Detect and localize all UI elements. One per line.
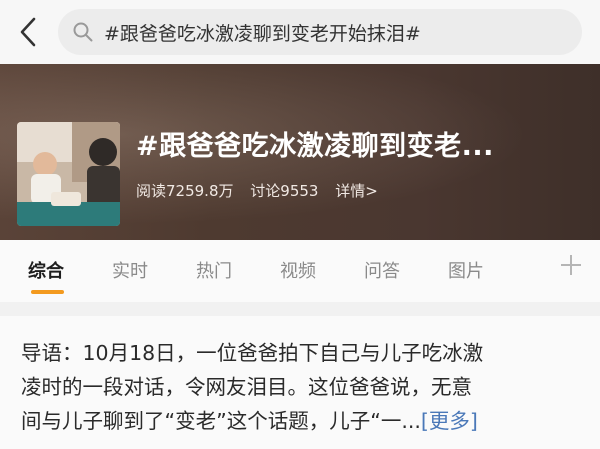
tab-realtime[interactable]: 实时 [112, 257, 148, 283]
intro-line-3-text: 间与儿子聊到了“变老”这个话题，儿子“一... [21, 409, 421, 433]
topic-thumbnail[interactable] [17, 122, 120, 226]
chevron-left-icon [20, 17, 36, 47]
tab-video[interactable]: 视频 [280, 257, 316, 283]
intro-line-2: 凌时的一段对话，令网友泪目。这位爸爸说，无意 [21, 375, 472, 399]
back-button[interactable] [12, 14, 44, 50]
read-count: 阅读7259.8万 [136, 182, 234, 200]
tab-bar: 综合 实时 热门 视频 问答 图片 [0, 240, 600, 302]
top-bar: #跟爸爸吃冰激凌聊到变老开始抹泪# [0, 0, 600, 64]
topic-title: #跟爸爸吃冰激凌聊到变老... [136, 131, 494, 162]
tab-hot[interactable]: 热门 [196, 257, 232, 283]
intro-line-1: 导语：10月18日，一位爸爸拍下自己与儿子吃冰激 [21, 341, 484, 365]
topic-intro: 导语：10月18日，一位爸爸拍下自己与儿子吃冰激 凌时的一段对话，令网友泪目。这… [0, 316, 600, 449]
thumbnail-image [17, 122, 120, 226]
tab-images[interactable]: 图片 [448, 257, 484, 283]
tab-qa[interactable]: 问答 [364, 257, 400, 283]
intro-text: 导语：10月18日，一位爸爸拍下自己与儿子吃冰激 凌时的一段对话，令网友泪目。这… [21, 336, 581, 438]
search-query: #跟爸爸吃冰激凌聊到变老开始抹泪# [104, 22, 421, 45]
topic-banner: #跟爸爸吃冰激凌聊到变老... 阅读7259.8万 讨论9553 详情> [0, 64, 600, 240]
active-tab-indicator [31, 290, 64, 294]
intro-line-3: 间与儿子聊到了“变老”这个话题，儿子“一...[更多] [21, 404, 581, 438]
search-bar[interactable]: #跟爸爸吃冰激凌聊到变老开始抹泪# [58, 9, 582, 55]
plus-icon[interactable] [558, 252, 584, 278]
topic-stats: 阅读7259.8万 讨论9553 详情> [136, 180, 378, 201]
section-divider [0, 302, 600, 316]
more-link[interactable]: [更多] [421, 409, 478, 433]
search-icon [73, 22, 93, 42]
details-link[interactable]: 详情> [335, 182, 378, 200]
discussion-count: 讨论9553 [250, 182, 319, 200]
tab-comprehensive[interactable]: 综合 [28, 257, 64, 283]
